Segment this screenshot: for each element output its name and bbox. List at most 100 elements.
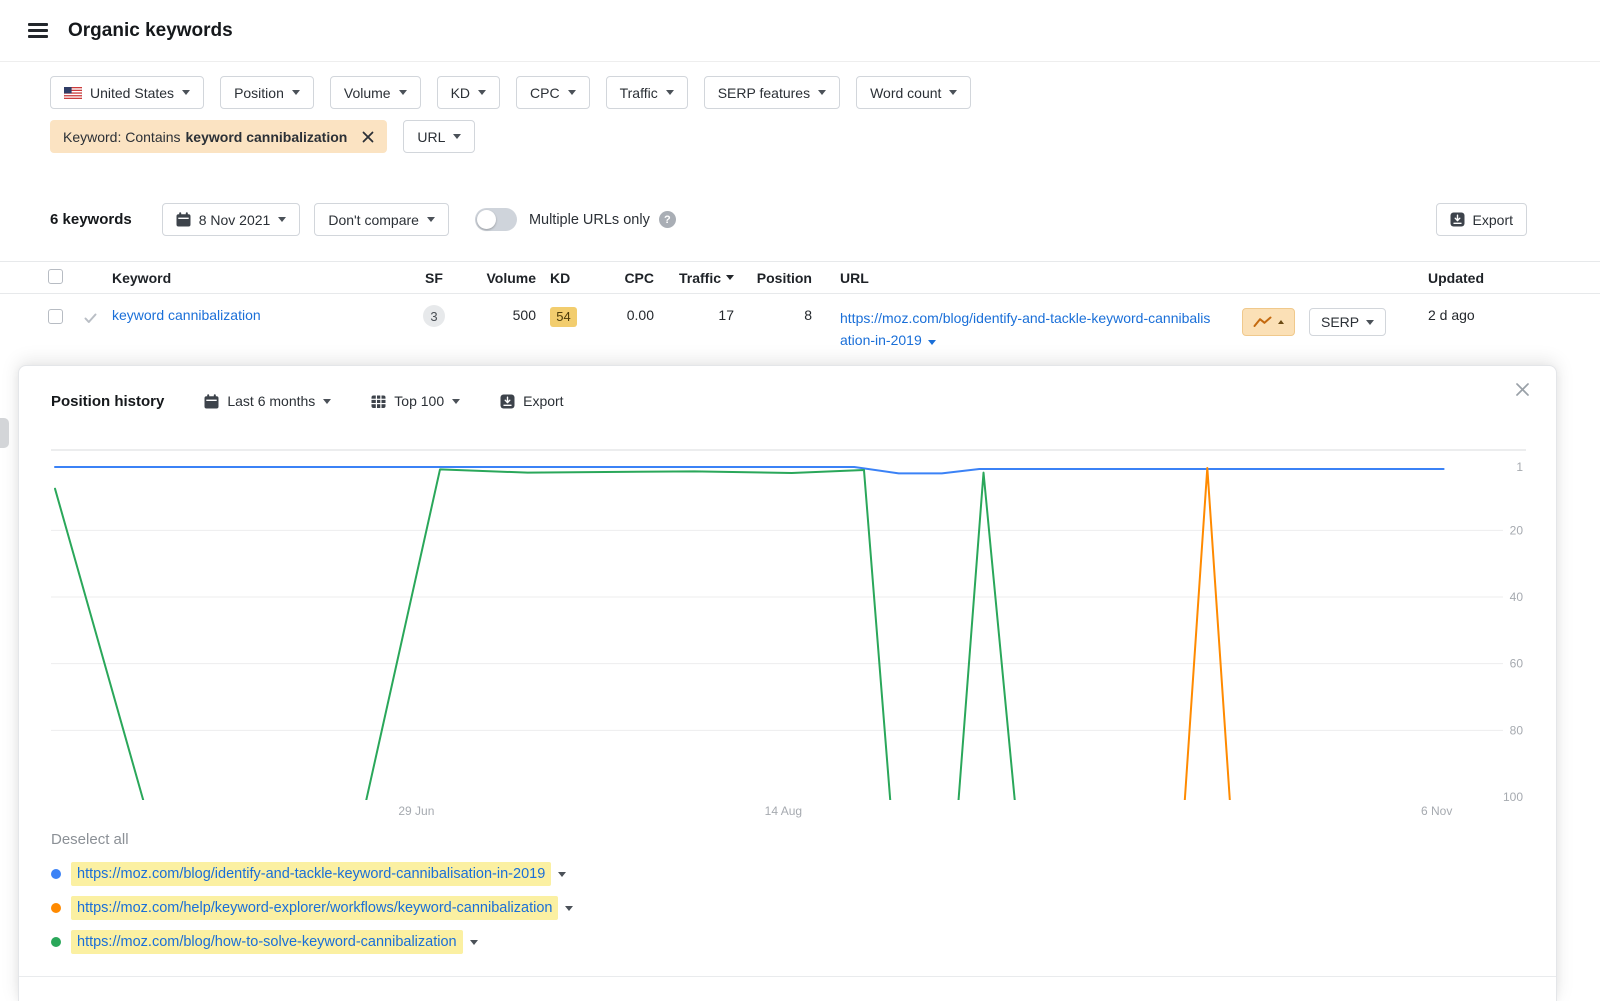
position-filter[interactable]: Position	[220, 76, 314, 109]
keywords-count: 6 keywords	[50, 211, 132, 228]
select-all-checkbox[interactable]	[48, 269, 63, 284]
chevron-down-icon	[399, 90, 407, 95]
compare-mode-button[interactable]: Don't compare	[314, 203, 449, 236]
col-header-cpc[interactable]: CPC	[588, 270, 654, 286]
export-button[interactable]: Export	[1436, 203, 1527, 236]
app-header: Organic keywords	[0, 0, 1600, 62]
position-history-chart: 12040608010029 Jun14 Aug6 Nov	[51, 449, 1526, 821]
chevron-down-icon	[478, 90, 486, 95]
panel-divider	[19, 976, 1556, 977]
col-header-sf[interactable]: SF	[412, 270, 456, 286]
keywords-table: Keyword SF Volume KD CPC Traffic Positio…	[0, 261, 1600, 352]
cpc-filter-label: CPC	[530, 85, 560, 101]
updated-value: 2 d ago	[1392, 307, 1600, 323]
url-filter[interactable]: URL	[403, 120, 475, 153]
chevron-down-icon	[292, 90, 300, 95]
chevron-down-icon[interactable]	[470, 940, 478, 945]
keyword-link[interactable]: keyword cannibalization	[112, 307, 261, 323]
legend-item: https://moz.com/blog/identify-and-tackle…	[51, 861, 1524, 887]
help-icon[interactable]	[659, 211, 676, 228]
panel-drag-handle	[0, 418, 9, 448]
svg-text:20: 20	[1510, 523, 1524, 537]
legend-item: https://moz.com/help/keyword-explorer/wo…	[51, 895, 1524, 921]
row-checkbox[interactable]	[48, 309, 63, 324]
chevron-up-icon	[1278, 320, 1284, 324]
kd-filter-label: KD	[451, 85, 470, 101]
svg-text:80: 80	[1510, 723, 1524, 737]
remove-filter-icon[interactable]	[362, 131, 374, 143]
trend-line-icon	[1253, 316, 1272, 328]
history-export-button[interactable]: Export	[500, 393, 563, 409]
kd-badge: 54	[550, 307, 577, 327]
col-header-keyword[interactable]: Keyword	[112, 270, 412, 286]
chevron-down-icon	[278, 217, 286, 222]
table-grid-icon	[371, 394, 386, 409]
volume-filter[interactable]: Volume	[330, 76, 421, 109]
series-color-dot	[51, 937, 61, 947]
table-header-row: Keyword SF Volume KD CPC Traffic Positio…	[0, 261, 1600, 294]
deselect-all-link[interactable]: Deselect all	[51, 831, 129, 848]
cpc-filter[interactable]: CPC	[516, 76, 590, 109]
chevron-down-icon	[568, 90, 576, 95]
filter-row-active: Keyword: Contains keyword cannibalizatio…	[50, 120, 1560, 153]
compare-mode-label: Don't compare	[328, 212, 419, 228]
position-history-header: Position history Last 6 months Top 100	[51, 388, 1524, 414]
close-icon[interactable]	[1515, 382, 1530, 397]
position-history-title: Position history	[51, 393, 164, 410]
us-flag-icon	[64, 87, 82, 99]
row-actions: SERP	[1212, 308, 1392, 336]
col-header-url[interactable]: URL	[812, 270, 1212, 286]
multiple-urls-toggle[interactable]	[475, 208, 517, 231]
serp-features-filter[interactable]: SERP features	[704, 76, 840, 109]
col-header-position[interactable]: Position	[734, 270, 812, 286]
chevron-down-icon[interactable]	[558, 872, 566, 877]
word-count-filter-label: Word count	[870, 85, 941, 101]
chevron-down-icon	[949, 90, 957, 95]
position-filter-label: Position	[234, 85, 284, 101]
traffic-filter-label: Traffic	[620, 85, 658, 101]
col-header-traffic[interactable]: Traffic	[654, 270, 734, 286]
chevron-down-icon[interactable]	[928, 340, 936, 345]
history-export-label: Export	[523, 393, 563, 409]
col-header-volume[interactable]: Volume	[456, 270, 536, 286]
chevron-down-icon	[453, 134, 461, 139]
export-icon	[1450, 212, 1465, 227]
chevron-down-icon[interactable]	[565, 906, 573, 911]
history-range-button[interactable]: Last 6 months	[204, 393, 331, 409]
filter-row-primary: United States Position Volume KD CPC Tra…	[50, 76, 1560, 109]
svg-text:1: 1	[1516, 460, 1523, 474]
legend-url-link[interactable]: https://moz.com/blog/identify-and-tackle…	[71, 862, 551, 886]
traffic-filter[interactable]: Traffic	[606, 76, 688, 109]
country-filter[interactable]: United States	[50, 76, 204, 109]
result-url-link[interactable]: https://moz.com/blog/identify-and-tackle…	[840, 310, 1210, 348]
history-depth-button[interactable]: Top 100	[371, 393, 460, 409]
cpc-value: 0.00	[588, 307, 654, 323]
keyword-filter-chip-value: keyword cannibalization	[186, 129, 348, 145]
page-title: Organic keywords	[68, 20, 233, 42]
calendar-icon	[204, 394, 219, 409]
serp-button[interactable]: SERP	[1309, 308, 1386, 336]
legend-url-link[interactable]: https://moz.com/blog/how-to-solve-keywor…	[71, 930, 463, 954]
svg-text:29 Jun: 29 Jun	[398, 804, 434, 818]
legend-url-link[interactable]: https://moz.com/help/keyword-explorer/wo…	[71, 896, 558, 920]
sort-descending-icon	[726, 275, 734, 280]
col-header-kd[interactable]: KD	[536, 270, 588, 286]
chart-legend: https://moz.com/blog/identify-and-tackle…	[51, 861, 1524, 955]
kd-filter[interactable]: KD	[437, 76, 500, 109]
toggle-knob	[477, 210, 496, 229]
word-count-filter[interactable]: Word count	[856, 76, 971, 109]
keyword-filter-chip[interactable]: Keyword: Contains keyword cannibalizatio…	[50, 120, 387, 153]
history-depth-label: Top 100	[394, 393, 444, 409]
date-picker-label: 8 Nov 2021	[199, 212, 271, 228]
chevron-down-icon	[666, 90, 674, 95]
results-toolbar: 6 keywords 8 Nov 2021 Don't compare Mult…	[50, 203, 1527, 236]
col-header-updated[interactable]: Updated	[1392, 270, 1600, 286]
svg-text:6 Nov: 6 Nov	[1421, 804, 1452, 818]
date-picker-button[interactable]: 8 Nov 2021	[162, 203, 301, 236]
chevron-down-icon	[182, 90, 190, 95]
position-history-toggle-button[interactable]	[1242, 308, 1295, 336]
menu-icon[interactable]	[28, 23, 48, 38]
series-color-dot	[51, 903, 61, 913]
keyword-filter-chip-label: Keyword: Contains	[63, 129, 181, 145]
chevron-down-icon	[452, 399, 460, 404]
